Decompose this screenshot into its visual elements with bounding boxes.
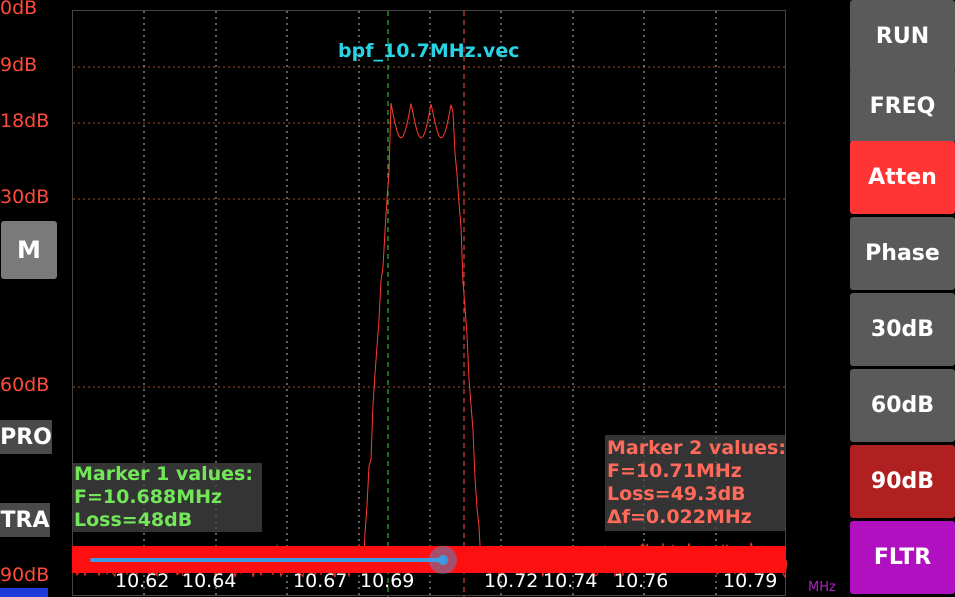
y-label-0db: 0dB xyxy=(0,0,38,19)
x-tick-label: 10.74 xyxy=(543,570,598,592)
y-label-18db: 18dB xyxy=(0,110,50,132)
x-tick-label: 10.76 xyxy=(614,570,669,592)
marker2-title: Marker 2 values: xyxy=(607,437,786,459)
60db-button[interactable]: 60dB xyxy=(850,369,955,442)
atten-button[interactable]: Atten xyxy=(850,141,955,214)
y-label-9db: 9dB xyxy=(0,54,38,76)
x-tick-label: 10.69 xyxy=(360,570,415,592)
marker-mode-button[interactable]: M xyxy=(1,221,57,279)
marker2-freq: F=10.71MHz xyxy=(607,460,742,482)
x-tick-label: 10.72 xyxy=(484,570,539,592)
30db-button[interactable]: 30dB xyxy=(850,293,955,366)
marker2-loss: Loss=49.3dB xyxy=(607,483,746,505)
marker2-delta: Δf=0.022MHz xyxy=(607,506,752,528)
pro-button[interactable]: PRO xyxy=(0,420,52,454)
y-label-60db: 60dB xyxy=(0,374,50,396)
freq-button[interactable]: FREQ xyxy=(850,70,955,143)
phase-button[interactable]: Phase xyxy=(850,217,955,290)
marker2-values-box: Marker 2 values: F=10.71MHz Loss=49.3dB … xyxy=(605,435,786,531)
fltr-button[interactable]: FLTR xyxy=(850,521,955,594)
x-tick-label: 10.67 xyxy=(293,570,348,592)
y-label-90db: 90dB xyxy=(0,564,50,586)
x-axis-unit: MHz xyxy=(808,580,836,595)
marker1-freq: F=10.688MHz xyxy=(74,486,223,508)
x-tick-label: 10.64 xyxy=(182,570,237,592)
marker1-values-box: Marker 1 values: F=10.688MHz Loss=48dB xyxy=(72,463,262,532)
x-tick-label: 10.79 xyxy=(723,570,778,592)
run-button[interactable]: RUN xyxy=(850,0,955,73)
90db-button[interactable]: 90dB xyxy=(850,445,955,518)
marker1-title: Marker 1 values: xyxy=(74,463,253,485)
y-label-30db: 30dB xyxy=(0,186,50,208)
marker1-loss: Loss=48dB xyxy=(74,509,193,531)
x-tick-label: 10.62 xyxy=(115,570,170,592)
trace-title: bpf_10.7MHz.vec xyxy=(338,40,520,62)
marker-slider-thumb[interactable] xyxy=(429,546,457,574)
marker-slider-track[interactable] xyxy=(90,558,443,562)
trace-button[interactable]: TRA xyxy=(0,503,50,537)
y-scale-indicator xyxy=(0,588,48,597)
